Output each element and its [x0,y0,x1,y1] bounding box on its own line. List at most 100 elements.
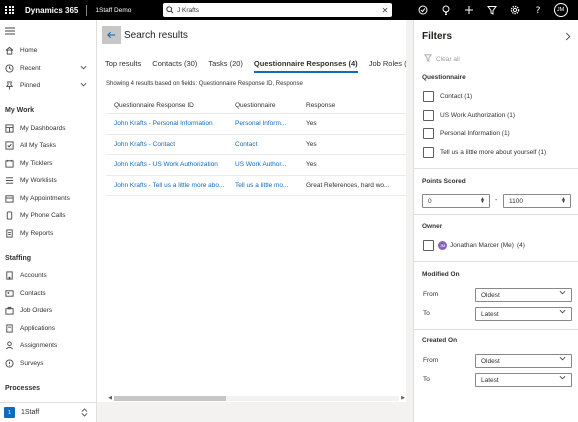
stepper-icon[interactable]: ▲ ▼ [480,197,485,205]
app-title[interactable]: Dynamics 365 [25,6,78,15]
sidebar-item-label: Job Orders [20,307,53,315]
response-id-link[interactable]: John Krafts - US Work Authorization [106,161,235,168]
sidebar-item-label: My Appointments [20,194,70,202]
sidebar-item-my-worklists[interactable]: My Worklists [0,172,96,190]
home-icon [5,46,14,55]
stepper-icon[interactable]: ▲ ▼ [561,197,566,205]
app-launcher-icon[interactable] [0,0,19,20]
area-badge: 1 [4,407,15,418]
tab-tasks[interactable]: Tasks (20) [208,59,243,73]
response-id-link[interactable]: John Krafts - Tell us a little more abo.… [106,182,235,189]
chevron-down-icon [559,356,566,363]
task-flow-icon[interactable] [411,0,434,20]
chevron-down-icon [559,375,566,382]
lightbulb-icon[interactable] [434,0,457,20]
questionnaire-link[interactable]: Contact [235,141,306,148]
sidebar-item-recent[interactable]: Recent [0,60,96,78]
column-header-questionnaire[interactable]: Questionnaire [235,102,306,109]
sidebar-item-assignments[interactable]: Assignments [0,337,96,355]
filter-option-contact[interactable]: Contact (1) [423,91,472,102]
filter-option-personal-information[interactable]: Personal Information (1) [423,128,510,139]
filter-option-owner[interactable]: JM Jonathan Marcer (Me) (4) [423,240,525,251]
sidebar-item-surveys[interactable]: Surveys [0,355,96,373]
created-on-title: Created On [422,337,458,344]
modified-from-select[interactable]: Oldest [475,288,572,302]
sidebar-item-label: All My Tasks [20,142,56,150]
sidebar-item-label: Home [20,47,38,55]
gear-icon[interactable] [503,0,526,20]
vertical-scrollbar[interactable] [406,20,413,402]
tab-contacts[interactable]: Contacts (30) [152,59,197,73]
sidebar-item-home[interactable]: Home [0,42,96,60]
sidebar-item-job-orders[interactable]: Job Orders [0,302,96,320]
filter-icon[interactable] [480,0,503,20]
modified-from-label: From [423,291,439,298]
checkbox[interactable] [423,91,434,102]
search-results-panel: Search results Top results Contacts (30)… [97,20,413,402]
sidebar-item-accounts[interactable]: Accounts [0,267,96,285]
survey-icon [5,359,14,368]
points-max-input[interactable]: 1100 ▲ ▼ [503,194,571,208]
clear-search-icon[interactable]: ✕ [378,6,392,15]
svg-text:?: ? [535,6,540,15]
points-min-input[interactable]: 0 ▲ ▼ [422,194,490,208]
table-row: John Krafts - Personal Information Perso… [106,114,407,135]
filter-option-label: Contact (1) [440,93,473,100]
sidebar-item-label: Contacts [20,289,46,297]
filter-option-tell-us-more[interactable]: Tell us a little more about yourself (1) [423,147,546,158]
briefcase-icon [5,306,14,315]
search-input[interactable]: J Krafts [177,7,378,14]
column-header-id[interactable]: Questionnaire Response ID [106,102,235,109]
response-id-link[interactable]: John Krafts - Contact [106,141,235,148]
tab-questionnaire-responses[interactable]: Questionnaire Responses (4) [253,59,358,73]
modified-to-select[interactable]: Latest [475,307,572,321]
footer-strip [97,402,413,422]
divider [414,214,578,215]
back-button[interactable] [102,26,121,44]
results-grid: Questionnaire Response ID Questionnaire … [106,97,407,196]
created-to-select[interactable]: Latest [475,373,572,387]
checkbox[interactable] [423,240,434,251]
clear-all-button[interactable]: Clear all [424,54,460,64]
created-from-select[interactable]: Oldest [475,354,572,368]
tab-top-results[interactable]: Top results [105,59,141,73]
questionnaire-link[interactable]: Tell us a little mo... [235,182,306,189]
scroll-thumb[interactable] [114,395,226,401]
sidebar-item-pinned[interactable]: Pinned [0,77,96,95]
global-search[interactable]: J Krafts ✕ [163,3,392,17]
back-arrow-icon [107,31,116,39]
environment-name[interactable]: 1Staff Demo [95,7,131,14]
questionnaire-filter-title: Questionnaire [422,74,466,81]
tickler-icon [5,159,14,168]
questionnaire-link[interactable]: Personal Inform... [235,120,306,127]
chevron-down-icon[interactable] [80,65,87,72]
collapse-filters-icon[interactable] [565,32,571,43]
checkbox[interactable] [423,147,434,158]
sidebar-item-my-dashboards[interactable]: My Dashboards [0,120,96,138]
sidebar-item-my-phone-calls[interactable]: My Phone Calls [0,207,96,225]
sidebar-item-contacts[interactable]: Contacts [0,285,96,303]
help-icon[interactable]: ? [526,0,549,20]
column-header-response[interactable]: Response [306,102,407,109]
checkbox[interactable] [423,128,434,139]
filter-option-us-work-authorization[interactable]: US Work Authorization (1) [423,110,515,121]
horizontal-scrollbar[interactable]: ◀ ▶ [106,394,407,402]
area-switcher[interactable]: 1 1Staff [0,402,96,422]
sidebar-item-my-appointments[interactable]: My Appointments [0,190,96,208]
checkbox[interactable] [423,110,434,121]
plus-icon[interactable] [457,0,480,20]
scroll-track[interactable] [114,395,399,401]
page-title: Search results [124,30,188,41]
user-avatar[interactable]: JM [549,0,572,20]
chevron-updown-icon[interactable] [81,408,88,418]
scroll-left-icon[interactable]: ◀ [106,395,114,401]
sidebar-item-all-my-tasks[interactable]: All My Tasks [0,137,96,155]
points-max-value: 1100 [509,197,523,205]
response-id-link[interactable]: John Krafts - Personal Information [106,120,235,127]
sidebar-item-applications[interactable]: Applications [0,320,96,338]
hamburger-menu-icon[interactable] [0,20,96,42]
questionnaire-link[interactable]: US Work Author... [235,161,306,168]
sidebar-item-my-reports[interactable]: My Reports [0,225,96,243]
sidebar-item-my-ticklers[interactable]: My Ticklers [0,155,96,173]
chevron-down-icon[interactable] [80,82,87,89]
